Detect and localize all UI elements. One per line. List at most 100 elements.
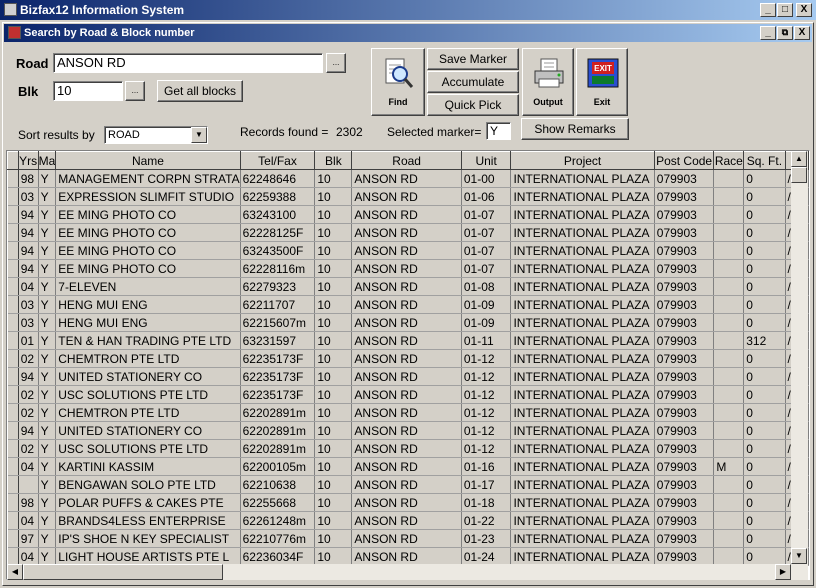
row-selector[interactable] xyxy=(7,511,19,530)
row-selector[interactable] xyxy=(7,349,19,368)
column-header[interactable]: Name xyxy=(55,151,241,170)
accumulate-button[interactable]: Accumulate xyxy=(427,71,519,93)
row-selector[interactable] xyxy=(7,169,19,188)
table-row[interactable]: Y BENGAWAN SOLO PTE LTD 62210638 10 ANSON RD… xyxy=(7,475,809,494)
table-row[interactable]: 02 Y USC SOLUTIONS PTE LTD 62202891m 10 ANSON… xyxy=(7,439,809,458)
table-row[interactable]: 94 Y UNITED STATIONERY CO 62202891m 10 ANSON … xyxy=(7,421,809,440)
row-selector[interactable] xyxy=(7,475,19,494)
column-header[interactable]: Project xyxy=(510,151,655,170)
table-row[interactable]: 94 Y UNITED STATIONERY CO 62235173F 10 ANSON … xyxy=(7,367,809,386)
row-selector[interactable] xyxy=(7,205,19,224)
table-row[interactable]: 01 Y TEN & HAN TRADING PTE LTD 63231597 10 AN… xyxy=(7,331,809,350)
table-row[interactable]: 03 Y EXPRESSION SLIMFIT STUDIO 62259388 10 AN… xyxy=(7,187,809,206)
inner-minimize-button[interactable]: _ xyxy=(760,26,776,40)
road-input[interactable]: ANSON RD xyxy=(53,53,323,73)
table-cell: ANSON RD xyxy=(351,313,462,332)
row-selector[interactable] xyxy=(7,277,19,296)
table-row[interactable]: 03 Y HENG MUI ENG 62215607m 10 ANSON RD 01-09 I… xyxy=(7,313,809,332)
table-cell: 01-23 xyxy=(461,529,512,548)
table-cell xyxy=(713,547,745,566)
table-row[interactable]: 02 Y CHEMTRON PTE LTD 62202891m 10 ANSON RD 01… xyxy=(7,403,809,422)
table-row[interactable]: 02 Y USC SOLUTIONS PTE LTD 62235173F 10 ANSON… xyxy=(7,385,809,404)
table-row[interactable]: 94 Y EE MING PHOTO CO 62228125F 10 ANSON RD 01… xyxy=(7,223,809,242)
exit-button[interactable]: EXIT Exit xyxy=(576,48,628,116)
column-header[interactable]: Unit xyxy=(460,151,512,170)
table-cell: Y xyxy=(38,421,57,440)
inner-close-button[interactable]: X xyxy=(794,26,810,40)
quick-pick-button[interactable]: Quick Pick xyxy=(427,94,519,116)
row-selector[interactable] xyxy=(7,313,19,332)
row-selector[interactable] xyxy=(7,439,19,458)
table-row[interactable]: 02 Y CHEMTRON PTE LTD 62235173F 10 ANSON RD 01… xyxy=(7,349,809,368)
sort-select[interactable]: ROAD ▼ xyxy=(104,126,208,144)
table-row[interactable]: 98 Y POLAR PUFFS & CAKES PTE 62255668 10 ANSO… xyxy=(7,493,809,512)
column-header[interactable]: Yrs xyxy=(17,151,39,170)
row-selector[interactable] xyxy=(7,547,19,566)
row-selector[interactable] xyxy=(7,493,19,512)
scroll-right-icon[interactable]: ▶ xyxy=(775,564,791,580)
vertical-scroll-thumb[interactable] xyxy=(791,167,807,183)
output-button[interactable]: Output xyxy=(522,48,574,116)
minimize-button[interactable]: _ xyxy=(760,3,776,17)
column-header[interactable]: Blk xyxy=(314,151,353,170)
horizontal-scroll-thumb[interactable] xyxy=(23,564,223,580)
table-cell: 079903 xyxy=(654,475,715,494)
column-header[interactable]: Race xyxy=(713,151,745,170)
scroll-up-icon[interactable]: ▲ xyxy=(791,151,807,167)
records-found-label: Records found = xyxy=(240,125,329,139)
save-marker-button[interactable]: Save Marker xyxy=(427,48,519,70)
table-cell: 079903 xyxy=(654,403,715,422)
row-selector[interactable] xyxy=(7,385,19,404)
table-cell: 10 xyxy=(314,313,353,332)
table-cell: 62210776m xyxy=(240,529,316,548)
column-header[interactable]: Tel/Fax xyxy=(239,151,316,170)
row-selector[interactable] xyxy=(7,457,19,476)
table-row[interactable]: 94 Y EE MING PHOTO CO 63243100 10 ANSON RD 01-… xyxy=(7,205,809,224)
vertical-scrollbar[interactable]: ▲ ▼ xyxy=(791,151,808,564)
table-row[interactable]: 04 Y BRANDS4LESS ENTERPRISE 62261248m 10 ANSO… xyxy=(7,511,809,530)
blk-browse-button[interactable]: ... xyxy=(125,81,145,101)
show-remarks-button[interactable]: Show Remarks xyxy=(521,118,629,140)
table-row[interactable]: 04 Y KARTINI KASSIM 62200105m 10 ANSON RD 01-1… xyxy=(7,457,809,476)
table-row[interactable]: 03 Y HENG MUI ENG 62211707 10 ANSON RD 01-09 IN… xyxy=(7,295,809,314)
maximize-button[interactable]: □ xyxy=(777,3,793,17)
row-selector[interactable] xyxy=(7,295,19,314)
table-row[interactable]: 04 Y LIGHT HOUSE ARTISTS PTE L 62236034F 10 A… xyxy=(7,547,809,566)
close-button[interactable]: X xyxy=(796,3,812,17)
row-selector[interactable] xyxy=(7,223,19,242)
blk-input[interactable]: 10 xyxy=(53,81,123,101)
results-grid[interactable]: Yrs Ma Name Tel/Fax Blk Road Unit Project Post C… xyxy=(6,150,810,580)
table-row[interactable]: 04 Y 7-ELEVEN 62279323 10 ANSON RD 01-08 INTERN… xyxy=(7,277,809,296)
row-selector[interactable] xyxy=(7,241,19,260)
row-selector[interactable] xyxy=(7,421,19,440)
table-row[interactable]: 94 Y EE MING PHOTO CO 63243500F 10 ANSON RD 01… xyxy=(7,241,809,260)
table-cell: 62228125F xyxy=(240,223,316,242)
row-selector[interactable] xyxy=(7,529,19,548)
find-button[interactable]: Find xyxy=(371,48,425,116)
column-header[interactable]: Ma xyxy=(37,151,57,170)
table-row[interactable]: 97 Y IP'S SHOE N KEY SPECIALIST 62210776m 10… xyxy=(7,529,809,548)
road-browse-button[interactable]: ... xyxy=(326,53,346,73)
row-selector[interactable] xyxy=(7,187,19,206)
chevron-down-icon[interactable]: ▼ xyxy=(191,127,207,143)
exit-door-icon: EXIT xyxy=(587,58,619,88)
table-cell: Y xyxy=(38,259,57,278)
table-cell: Y xyxy=(38,349,57,368)
inner-restore-button[interactable]: ⧉ xyxy=(777,26,793,40)
horizontal-scrollbar[interactable]: ◀ ▶ xyxy=(7,564,808,580)
row-selector[interactable] xyxy=(7,331,19,350)
column-header[interactable]: Post Code xyxy=(653,151,715,170)
table-row[interactable]: 94 Y EE MING PHOTO CO 62228116m 10 ANSON RD 01… xyxy=(7,259,809,278)
selected-marker-input[interactable]: Y xyxy=(486,122,511,140)
column-header[interactable]: Road xyxy=(351,151,462,170)
row-selector[interactable] xyxy=(7,367,19,386)
row-selector[interactable] xyxy=(7,259,19,278)
scroll-left-icon[interactable]: ◀ xyxy=(7,564,23,580)
table-row[interactable]: 98 Y MANAGEMENT CORPN STRATA 62248646 10 ANSO… xyxy=(7,169,809,188)
row-selector[interactable] xyxy=(7,403,19,422)
table-cell: 62202891m xyxy=(240,421,316,440)
get-all-blocks-button[interactable]: Get all blocks xyxy=(157,80,243,102)
table-cell: 01-12 xyxy=(461,367,512,386)
scroll-down-icon[interactable]: ▼ xyxy=(791,548,807,564)
column-header[interactable]: Sq. Ft. xyxy=(743,151,786,170)
